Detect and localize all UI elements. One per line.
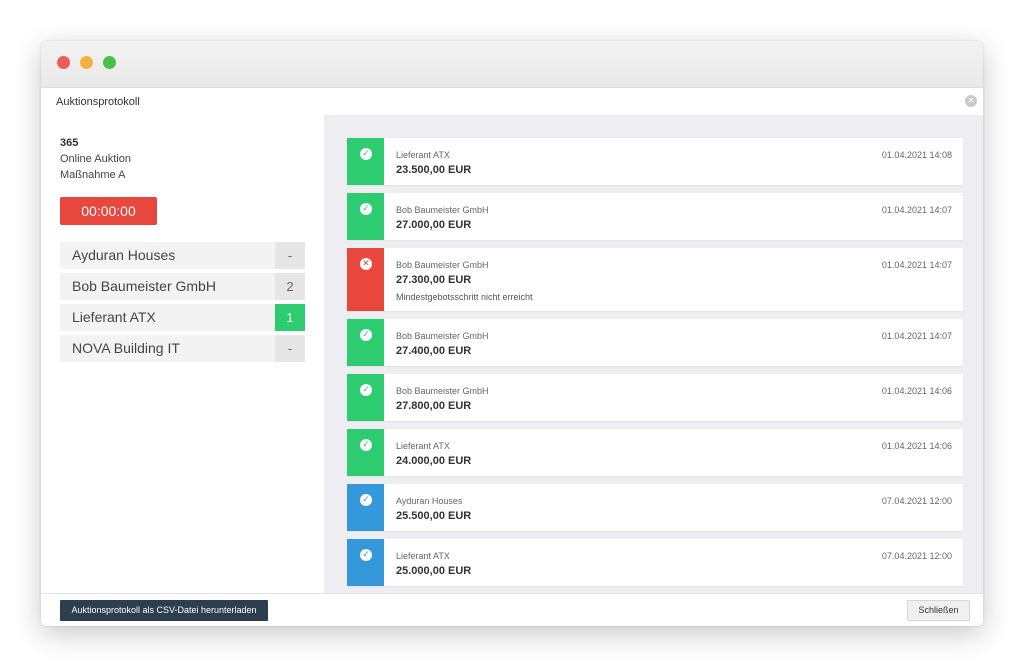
bidder-name: Bob Baumeister GmbH (72, 278, 216, 294)
check-icon: ✓ (360, 439, 372, 451)
bid-bidder-name: Ayduran Houses (396, 496, 463, 506)
bid-status-stripe: ✕ (347, 248, 384, 311)
bid-amount: 27.800,00 EUR (396, 400, 472, 412)
bid-bidder-name: Lieferant ATX (396, 441, 450, 451)
bidder-rank-badge: - (275, 242, 305, 269)
bid-timestamp: 07.04.2021 12:00 (881, 496, 952, 506)
close-dialog-button[interactable]: Schließen (907, 600, 970, 621)
bid-log-entry: ✓ Lieferant ATX 24.000,00 EUR 01.04.2021… (347, 429, 963, 476)
bid-status-stripe: ✓ (347, 138, 384, 185)
bid-amount: 27.300,00 EUR (396, 274, 472, 286)
bid-rejection-note: Mindestgebotsschritt nicht erreicht (396, 292, 533, 302)
app-window: Auktionsprotokoll × 365 Online Auktion M… (41, 41, 983, 626)
bid-status-stripe: ✓ (347, 193, 384, 240)
bid-bidder-name: Lieferant ATX (396, 551, 450, 561)
bidder-name: Ayduran Houses (72, 247, 176, 263)
dialog-footer: Auktionsprotokoll als CSV-Datei herunter… (41, 593, 983, 626)
bid-log-entry: ✓ Lieferant ATX 25.000,00 EUR 07.04.2021… (347, 539, 963, 586)
bidder-row: NOVA Building IT - (60, 335, 305, 362)
bid-timestamp: 01.04.2021 14:07 (881, 331, 952, 341)
window-maximize-button[interactable] (103, 56, 116, 69)
bidder-row: Ayduran Houses - (60, 242, 305, 269)
check-icon: ✓ (360, 494, 372, 506)
bid-log-entry: ✓ Ayduran Houses 25.500,00 EUR 07.04.202… (347, 484, 963, 531)
bid-log-entry: ✓ Bob Baumeister GmbH 27.400,00 EUR 01.0… (347, 319, 963, 366)
bid-status-stripe: ✓ (347, 484, 384, 531)
window-minimize-button[interactable] (80, 56, 93, 69)
bid-log-entry: ✓ Bob Baumeister GmbH 27.000,00 EUR 01.0… (347, 193, 963, 240)
bidder-rank-badge: 2 (275, 273, 305, 300)
cross-icon: ✕ (360, 258, 372, 270)
auction-summary-panel: 365 Online Auktion Maßnahme A 00:00:00 A… (41, 115, 324, 593)
countdown-timer: 00:00:00 (60, 197, 157, 225)
check-icon: ✓ (360, 148, 372, 160)
bid-timestamp: 01.04.2021 14:06 (881, 386, 952, 396)
bidder-ranking-list: Ayduran Houses - Bob Baumeister GmbH 2 L… (60, 242, 305, 366)
bid-log-entry: ✓ Bob Baumeister GmbH 27.800,00 EUR 01.0… (347, 374, 963, 421)
download-csv-button[interactable]: Auktionsprotokoll als CSV-Datei herunter… (60, 600, 268, 621)
bidder-row: Bob Baumeister GmbH 2 (60, 273, 305, 300)
bid-bidder-name: Bob Baumeister GmbH (396, 205, 489, 215)
bid-log-list: ✓ Lieferant ATX 23.500,00 EUR 01.04.2021… (347, 138, 963, 593)
bid-log-entry: ✕ Bob Baumeister GmbH 27.300,00 EUR Mind… (347, 248, 963, 311)
bid-status-stripe: ✓ (347, 374, 384, 421)
close-icon[interactable]: × (965, 95, 977, 107)
bid-amount: 27.400,00 EUR (396, 345, 472, 357)
bid-timestamp: 01.04.2021 14:08 (881, 150, 952, 160)
auction-id: 365 (60, 137, 79, 149)
bid-bidder-name: Bob Baumeister GmbH (396, 386, 489, 396)
bid-bidder-name: Lieferant ATX (396, 150, 450, 160)
bidder-rank-badge: - (275, 335, 305, 362)
bid-status-stripe: ✓ (347, 319, 384, 366)
dialog-header: Auktionsprotokoll × (41, 88, 983, 116)
bid-status-stripe: ✓ (347, 429, 384, 476)
window-titlebar (41, 41, 983, 88)
bidder-row: Lieferant ATX 1 (60, 304, 305, 331)
bid-amount: 25.000,00 EUR (396, 565, 472, 577)
bid-log-panel[interactable]: ✓ Lieferant ATX 23.500,00 EUR 01.04.2021… (324, 115, 983, 593)
dialog-title: Auktionsprotokoll (56, 96, 140, 108)
check-icon: ✓ (360, 329, 372, 341)
bidder-name: NOVA Building IT (72, 340, 180, 356)
bid-bidder-name: Bob Baumeister GmbH (396, 331, 489, 341)
auction-type: Online Auktion (60, 153, 131, 165)
bidder-rank-badge-leading: 1 (275, 304, 305, 331)
bid-amount: 24.000,00 EUR (396, 455, 472, 467)
bidder-name: Lieferant ATX (72, 309, 156, 325)
bid-timestamp: 07.04.2021 12:00 (881, 551, 952, 561)
bid-amount: 27.000,00 EUR (396, 219, 472, 231)
bid-status-stripe: ✓ (347, 539, 384, 586)
auction-measure: Maßnahme A (60, 169, 126, 181)
check-icon: ✓ (360, 549, 372, 561)
check-icon: ✓ (360, 384, 372, 396)
bid-amount: 23.500,00 EUR (396, 164, 472, 176)
window-close-button[interactable] (57, 56, 70, 69)
bid-timestamp: 01.04.2021 14:07 (881, 260, 952, 270)
bid-bidder-name: Bob Baumeister GmbH (396, 260, 489, 270)
bid-timestamp: 01.04.2021 14:06 (881, 441, 952, 451)
check-icon: ✓ (360, 203, 372, 215)
bid-log-entry: ✓ Lieferant ATX 23.500,00 EUR 01.04.2021… (347, 138, 963, 185)
bid-amount: 25.500,00 EUR (396, 510, 472, 522)
dialog-body: 365 Online Auktion Maßnahme A 00:00:00 A… (41, 115, 983, 593)
bid-timestamp: 01.04.2021 14:07 (881, 205, 952, 215)
